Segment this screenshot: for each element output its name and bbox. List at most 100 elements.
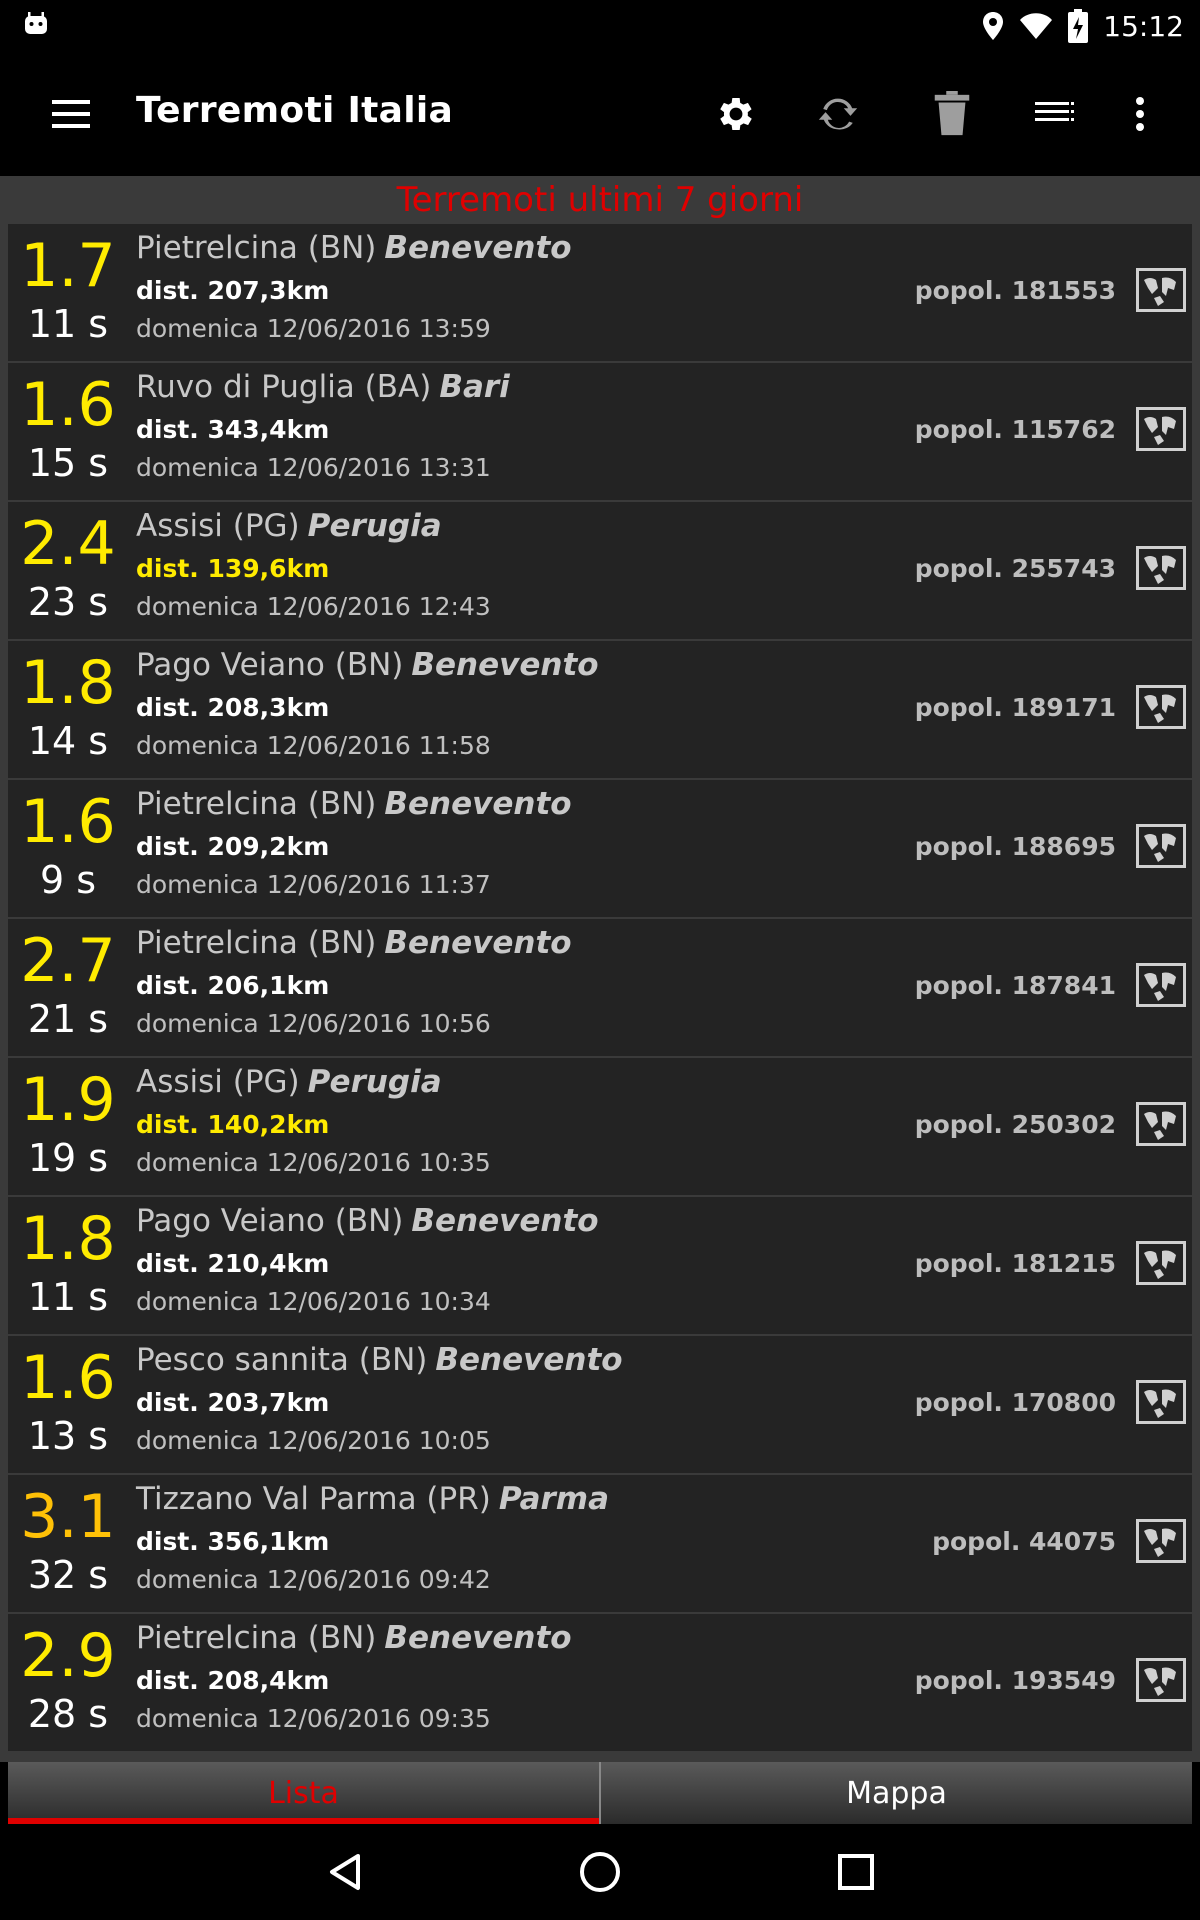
battery-charging-icon <box>1068 9 1089 43</box>
magnitude: 3.1 <box>20 1482 116 1552</box>
duration: 21 s <box>27 997 109 1041</box>
back-icon <box>330 1854 360 1890</box>
province-name: Perugia <box>307 508 442 544</box>
menu-icon[interactable] <box>48 90 96 138</box>
world-map-icon[interactable] <box>1136 546 1186 590</box>
quake-row[interactable]: 1.6 13 s Pesco sannita (BN) Benevento dist. … <box>8 1336 1192 1473</box>
back-button[interactable] <box>316 1842 376 1902</box>
province-name: Benevento <box>411 647 599 683</box>
duration: 13 s <box>27 1414 109 1458</box>
home-icon <box>580 1852 620 1892</box>
quake-row[interactable]: 1.6 15 s Ruvo di Puglia (BA) Bari dist. 343,… <box>8 363 1192 500</box>
world-map-icon[interactable] <box>1136 685 1186 729</box>
world-map-icon[interactable] <box>1136 824 1186 868</box>
province-name: Benevento <box>384 1620 572 1656</box>
world-map-icon[interactable] <box>1136 963 1186 1007</box>
duration: 14 s <box>27 719 109 763</box>
population: popol. 189171 <box>914 693 1116 722</box>
quake-row[interactable]: 1.8 11 s Pago Veiano (BN) Benevento dist. 21… <box>8 1197 1192 1334</box>
population: popol. 250302 <box>914 1110 1116 1139</box>
province-name: Perugia <box>307 1064 442 1100</box>
android-notification-icon <box>25 12 47 34</box>
quake-row[interactable]: 2.7 21 s Pietrelcina (BN) Benevento dist. 20… <box>8 919 1192 1056</box>
tab-lista[interactable]: Lista <box>8 1762 599 1824</box>
settings-icon <box>720 98 752 130</box>
world-map-icon[interactable] <box>1136 1380 1186 1424</box>
distance: dist. 206,1km <box>136 971 330 1000</box>
location: Pietrelcina (BN) Benevento <box>136 786 572 822</box>
app-bar: Terremoti Italia <box>0 50 1200 176</box>
location: Assisi (PG) Perugia <box>136 1064 442 1100</box>
duration: 9 s <box>39 858 97 902</box>
quake-row[interactable]: 1.8 14 s Pago Veiano (BN) Benevento dist. 20… <box>8 641 1192 778</box>
distance: dist. 208,4km <box>136 1666 330 1695</box>
province-name: Bari <box>439 369 510 405</box>
delete-button[interactable] <box>924 86 980 142</box>
place-name: Pesco sannita (BN) <box>136 1342 428 1378</box>
quake-row[interactable]: 2.9 28 s Pietrelcina (BN) Benevento dist. 20… <box>8 1614 1192 1751</box>
magnitude: 2.9 <box>20 1621 116 1691</box>
population: popol. 255743 <box>914 554 1116 583</box>
province-name: Benevento <box>384 925 572 961</box>
magnitude: 1.7 <box>20 231 116 301</box>
quake-row[interactable]: 1.7 11 s Pietrelcina (BN) Benevento dist. 20… <box>8 224 1192 361</box>
distance: dist. 207,3km <box>136 276 330 305</box>
earthquake-list[interactable]: 1.7 11 s Pietrelcina (BN) Benevento dist. 20… <box>8 224 1192 1754</box>
world-map-icon[interactable] <box>1136 1658 1186 1702</box>
duration: 23 s <box>27 580 109 624</box>
datetime: domenica 12/06/2016 13:31 <box>136 453 491 482</box>
distance: dist. 343,4km <box>136 415 330 444</box>
main-content: Terremoti ultimi 7 giorni 1.7 11 s Pietrel… <box>0 176 1200 1762</box>
location-icon <box>983 12 1004 40</box>
population: popol. 170800 <box>914 1388 1116 1417</box>
more-vert-icon <box>1136 97 1144 131</box>
list-view-button[interactable] <box>1028 86 1084 142</box>
province-name: Benevento <box>435 1342 623 1378</box>
magnitude: 1.8 <box>20 648 116 718</box>
place-name: Assisi (PG) <box>136 1064 300 1100</box>
world-map-icon[interactable] <box>1136 268 1186 312</box>
quake-row[interactable]: 1.6 9 s Pietrelcina (BN) Benevento dist. 209… <box>8 780 1192 917</box>
recents-button[interactable] <box>826 1842 886 1902</box>
datetime: domenica 12/06/2016 09:42 <box>136 1565 491 1594</box>
place-name: Tizzano Val Parma (PR) <box>136 1481 491 1517</box>
settings-button[interactable] <box>708 86 764 142</box>
overflow-menu-button[interactable] <box>1112 86 1168 142</box>
datetime: domenica 12/06/2016 10:34 <box>136 1287 491 1316</box>
tab-mappa[interactable]: Mappa <box>599 1762 1192 1824</box>
population: popol. 44075 <box>932 1527 1116 1556</box>
refresh-button[interactable] <box>810 86 866 142</box>
home-button[interactable] <box>570 1842 630 1902</box>
distance: dist. 139,6km <box>136 554 330 583</box>
duration: 32 s <box>27 1553 109 1597</box>
world-map-icon[interactable] <box>1136 407 1186 451</box>
bottom-tabs: Lista Mappa <box>8 1762 1192 1824</box>
place-name: Ruvo di Puglia (BA) <box>136 369 432 405</box>
datetime: domenica 12/06/2016 10:56 <box>136 1009 491 1038</box>
quake-row[interactable]: 3.1 32 s Tizzano Val Parma (PR) Parma dist. … <box>8 1475 1192 1612</box>
world-map-icon[interactable] <box>1136 1241 1186 1285</box>
place-name: Assisi (PG) <box>136 508 300 544</box>
quake-row[interactable]: 1.9 19 s Assisi (PG) Perugia dist. 140,2km do… <box>8 1058 1192 1195</box>
population: popol. 115762 <box>914 415 1116 444</box>
place-name: Pietrelcina (BN) <box>136 1620 377 1656</box>
magnitude: 1.6 <box>20 1343 116 1413</box>
place-name: Pietrelcina (BN) <box>136 786 377 822</box>
datetime: domenica 12/06/2016 12:43 <box>136 592 491 621</box>
magnitude: 2.4 <box>20 509 116 579</box>
duration: 15 s <box>27 441 109 485</box>
duration: 11 s <box>27 302 109 346</box>
distance: dist. 356,1km <box>136 1527 330 1556</box>
world-map-icon[interactable] <box>1136 1519 1186 1563</box>
world-map-icon[interactable] <box>1136 1102 1186 1146</box>
place-name: Pietrelcina (BN) <box>136 925 377 961</box>
place-name: Pietrelcina (BN) <box>136 230 377 266</box>
magnitude: 1.9 <box>20 1065 116 1135</box>
datetime: domenica 12/06/2016 11:58 <box>136 731 491 760</box>
province-name: Benevento <box>384 230 572 266</box>
quake-row[interactable]: 2.4 23 s Assisi (PG) Perugia dist. 139,6km do… <box>8 502 1192 639</box>
province-name: Parma <box>498 1481 610 1517</box>
population: popol. 187841 <box>914 971 1116 1000</box>
list-icon <box>1035 102 1074 121</box>
population: popol. 193549 <box>914 1666 1116 1695</box>
